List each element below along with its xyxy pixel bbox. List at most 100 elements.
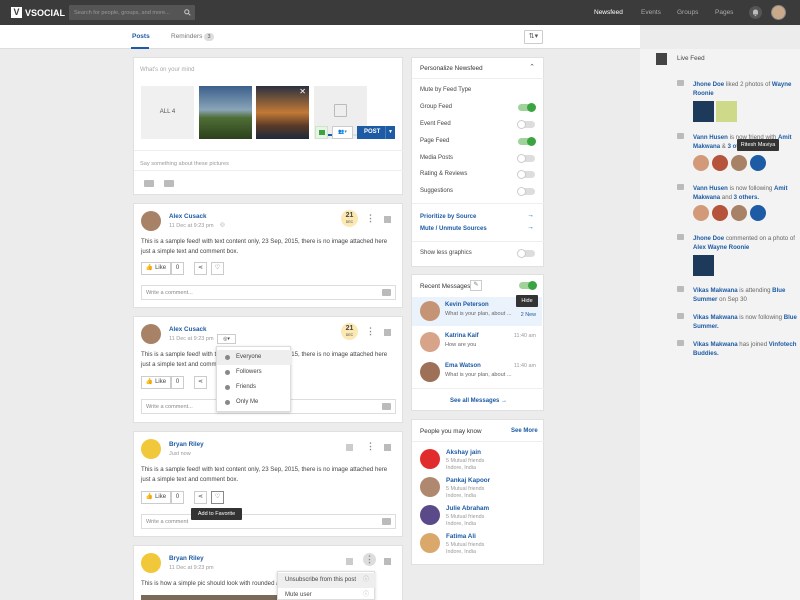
audience-select-icon[interactable]: 👥▾	[332, 126, 353, 139]
more-options-icon[interactable]: ⋮	[366, 327, 375, 336]
feed-actor[interactable]: Vikas Makwana	[693, 341, 738, 348]
feed-actor[interactable]: Vann Husen	[693, 185, 728, 192]
download-icon[interactable]	[384, 444, 391, 451]
media-posts-toggle[interactable]	[517, 154, 535, 163]
search-icon[interactable]	[184, 9, 191, 16]
remove-photo-icon[interactable]: ✕	[299, 87, 306, 96]
calendar-icon[interactable]	[346, 444, 353, 451]
camera-icon[interactable]	[382, 403, 391, 410]
messages-toggle[interactable]	[519, 281, 537, 290]
comment-input[interactable]	[146, 286, 366, 299]
suggestions-toggle[interactable]	[517, 187, 535, 196]
app-logo[interactable]: V VSOCIAL	[11, 7, 65, 18]
person-suggestion[interactable]: Julie Abraham 5 Mutual friends Indore, I…	[420, 505, 550, 527]
mute-user-item[interactable]: Mute user ⓘ	[278, 588, 376, 600]
author-avatar[interactable]	[141, 553, 161, 573]
heart-icon[interactable]: ♡	[211, 262, 224, 275]
author-avatar[interactable]	[141, 439, 161, 459]
group-feed-toggle[interactable]	[518, 103, 536, 112]
author-avatar[interactable]	[141, 211, 161, 231]
see-all-messages-link[interactable]: See all Messages →	[450, 398, 507, 404]
nav-groups[interactable]: Groups	[677, 9, 698, 16]
post-author[interactable]: Bryan Riley	[169, 441, 204, 448]
feed-target[interactable]: Alex Wayne Roonie	[693, 244, 749, 251]
friend-avatar[interactable]	[750, 205, 766, 221]
user-avatar[interactable]	[771, 5, 786, 20]
post-author[interactable]: Bryan Riley	[169, 555, 204, 562]
post-image[interactable]	[141, 595, 281, 600]
message-item[interactable]: Ema Watson What is your plan, about ... …	[412, 358, 542, 387]
rating-reviews-toggle[interactable]	[517, 170, 535, 179]
chat-bubble-icon[interactable]	[315, 126, 328, 139]
friend-avatar[interactable]	[693, 205, 709, 221]
feed-item[interactable]: Vikas Makwana is attending Blue Summer o…	[693, 286, 798, 304]
feed-item[interactable]: Jhone Doe commented on a photo of Alex W…	[693, 234, 798, 252]
share-icon[interactable]: ⋖	[194, 376, 207, 389]
prioritize-by-source-link[interactable]: Prioritize by Source	[420, 214, 476, 220]
feed-target[interactable]: 3 others.	[734, 194, 759, 201]
search-input[interactable]	[74, 5, 179, 20]
more-options-icon[interactable]: ⋮	[366, 442, 375, 451]
friend-avatar[interactable]	[731, 155, 747, 171]
edit-icon[interactable]: ✎	[470, 280, 482, 291]
less-graphics-toggle[interactable]	[517, 249, 535, 258]
person-suggestion[interactable]: Akshay jain 5 Mutual friends Indore, Ind…	[420, 449, 550, 471]
heart-icon[interactable]: ♡	[211, 491, 224, 504]
feed-item[interactable]: Vann Husen is now following Amit Makwana…	[693, 184, 798, 202]
video-icon[interactable]	[164, 180, 174, 187]
feed-actor[interactable]: Jhone Doe	[693, 235, 724, 242]
camera-icon[interactable]	[382, 518, 391, 525]
feed-actor[interactable]: Vann Husen	[693, 134, 728, 141]
composer-input[interactable]: What's on your mind	[140, 67, 195, 73]
tab-posts[interactable]: Posts	[132, 33, 150, 40]
feed-item[interactable]: Vikas Makwana has joined Vinfotech Buddi…	[693, 340, 798, 358]
download-icon[interactable]	[384, 216, 391, 223]
privacy-select-icon[interactable]: ◎▾	[217, 334, 236, 344]
comment-input[interactable]	[146, 515, 366, 528]
share-icon[interactable]: ⋖	[194, 491, 207, 504]
nav-pages[interactable]: Pages	[715, 9, 733, 16]
photo-thumb-city[interactable]: ✕	[256, 86, 309, 139]
feed-actor[interactable]: Vikas Makwana	[693, 314, 738, 321]
download-icon[interactable]	[384, 329, 391, 336]
post-author[interactable]: Alex Cusack	[169, 326, 206, 333]
chevron-up-icon[interactable]: ⌃	[529, 63, 535, 71]
event-feed-toggle[interactable]	[517, 120, 535, 129]
unsubscribe-post-item[interactable]: Unsubscribe from this post ⓘ	[278, 573, 376, 588]
friend-avatar[interactable]	[712, 155, 728, 171]
person-suggestion[interactable]: Pankaj Kapoor 5 Mutual friends Indore, I…	[420, 477, 550, 499]
privacy-option-everyone[interactable]: Everyone	[217, 350, 292, 365]
privacy-option-only-me[interactable]: Only Me	[217, 395, 292, 410]
sort-icon[interactable]: ⇅▾	[524, 30, 543, 44]
like-button[interactable]: 👍 Like	[141, 376, 171, 389]
nav-newsfeed[interactable]: Newsfeed	[594, 9, 623, 16]
author-avatar[interactable]	[141, 324, 161, 344]
download-icon[interactable]	[384, 558, 391, 565]
friend-avatar[interactable]	[731, 205, 747, 221]
feed-photo[interactable]	[693, 255, 714, 276]
message-item[interactable]: Katrina Kaif How are you 11:40 am	[412, 328, 542, 357]
feed-item[interactable]: Vikas Makwana is now following Blue Summ…	[693, 313, 798, 331]
person-suggestion[interactable]: Fatima Ali 5 Mutual friends Indore, Indi…	[420, 533, 550, 555]
see-more-link[interactable]: See More	[511, 428, 538, 434]
friend-avatar[interactable]	[750, 155, 766, 171]
like-button[interactable]: 👍 Like	[141, 262, 171, 275]
like-button[interactable]: 👍 Like	[141, 491, 171, 504]
camera-icon[interactable]	[382, 289, 391, 296]
camera-icon[interactable]	[144, 180, 154, 187]
privacy-option-followers[interactable]: Followers	[217, 365, 292, 380]
feed-photo[interactable]	[693, 101, 714, 122]
feed-photo[interactable]	[716, 101, 737, 122]
feed-item[interactable]: Jhone Doe liked 2 photos of Wayne Roonie	[693, 80, 798, 98]
mute-sources-link[interactable]: Mute / Unmute Sources	[420, 226, 487, 232]
more-options-icon[interactable]: ⋮	[363, 553, 376, 566]
friend-avatar[interactable]	[712, 205, 728, 221]
more-options-icon[interactable]: ⋮	[366, 214, 375, 223]
feed-actor[interactable]: Jhone Doe	[693, 81, 724, 88]
friend-avatar[interactable]	[693, 155, 709, 171]
share-icon[interactable]: ⋖	[194, 262, 207, 275]
tab-reminders[interactable]: Reminders 3	[171, 33, 214, 41]
page-feed-toggle[interactable]	[518, 137, 536, 146]
all-photos-tile[interactable]: ALL 4	[141, 86, 194, 139]
privacy-option-friends[interactable]: Friends	[217, 380, 292, 395]
